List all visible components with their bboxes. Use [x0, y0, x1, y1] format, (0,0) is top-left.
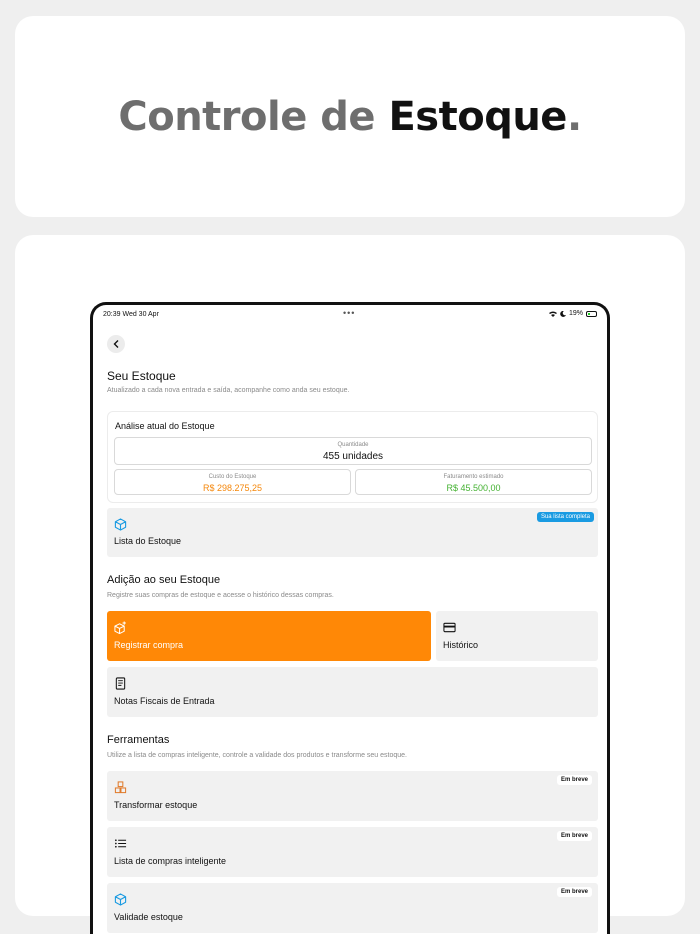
- tablet-frame: 20:39 Wed 30 Apr ••• 19% Seu Estoque Atu…: [90, 302, 610, 934]
- list-icon: [115, 839, 127, 848]
- battery-icon: [586, 310, 597, 317]
- stacked-boxes-icon: [114, 781, 127, 794]
- stock-list-label: Lista do Estoque: [114, 536, 182, 546]
- status-bar: 20:39 Wed 30 Apr ••• 19%: [93, 305, 607, 323]
- history-label: Histórico: [443, 640, 479, 650]
- tool-stock-expiry[interactable]: Em breve Validade estoque: [107, 883, 598, 933]
- invoices-button[interactable]: Notas Fiscais de Entrada: [107, 667, 598, 717]
- moon-icon: [560, 310, 566, 317]
- status-time: 20:39 Wed 30 Apr: [103, 311, 159, 318]
- tool-smart-shopping-list[interactable]: Em breve Lista de compras inteligente: [107, 827, 598, 877]
- invoices-label: Notas Fiscais de Entrada: [114, 696, 215, 706]
- hero-title-part2: Estoque: [388, 93, 567, 140]
- tool-label: Lista de compras inteligente: [114, 856, 227, 866]
- app-screen: 20:39 Wed 30 Apr ••• 19% Seu Estoque Atu…: [93, 305, 607, 934]
- wifi-icon: [548, 311, 557, 317]
- document-icon: [115, 677, 126, 690]
- addition-subtitle: Registre suas compras de estoque e acess…: [107, 592, 334, 599]
- cost-box: Custo do Estoque R$ 298.275,25: [114, 469, 351, 495]
- card-icon: [443, 622, 456, 633]
- tool-label: Transformar estoque: [114, 800, 198, 810]
- stock-list-tile[interactable]: Sua lista completa Lista do Estoque: [107, 508, 598, 557]
- hero-title-dot: .: [566, 93, 582, 140]
- quantity-box: Quantidade 455 unidades: [114, 437, 592, 465]
- coming-soon-badge: Em breve: [556, 887, 592, 897]
- stock-analysis-panel: Análise atual do Estoque Quantidade 455 …: [107, 411, 598, 503]
- multitask-dots[interactable]: •••: [343, 308, 355, 318]
- tools-subtitle: Utilize a lista de compras inteligente, …: [107, 752, 408, 759]
- register-purchase-label: Registrar compra: [114, 640, 184, 650]
- stock-title: Seu Estoque: [107, 369, 176, 383]
- stock-subtitle: Atualizado a cada nova entrada e saída, …: [107, 387, 350, 394]
- quantity-value: 455 unidades: [322, 451, 384, 462]
- hero-title-part1: Controle de: [118, 93, 389, 140]
- hero-title: Controle de Estoque.: [118, 93, 582, 140]
- tool-label: Validade estoque: [114, 912, 183, 922]
- cost-value: R$ 298.275,25: [202, 483, 263, 493]
- register-purchase-button[interactable]: Registrar compra: [107, 611, 431, 661]
- history-button[interactable]: Histórico: [436, 611, 598, 661]
- cost-label: Custo do Estoque: [208, 474, 257, 480]
- analysis-title: Análise atual do Estoque: [115, 421, 215, 431]
- revenue-box: Faturamento estimado R$ 45.500,00: [355, 469, 592, 495]
- revenue-value: R$ 45.500,00: [446, 483, 501, 493]
- tool-transform-stock[interactable]: Em breve Transformar estoque: [107, 771, 598, 821]
- chevron-left-icon: [113, 340, 119, 348]
- box-icon: [114, 518, 127, 531]
- battery-percent: 19%: [568, 310, 583, 317]
- box-add-icon: [114, 621, 126, 634]
- box-check-icon: [114, 893, 127, 906]
- full-list-badge[interactable]: Sua lista completa: [536, 512, 594, 522]
- addition-title: Adição ao seu Estoque: [107, 574, 221, 586]
- revenue-label: Faturamento estimado: [443, 474, 504, 480]
- back-button[interactable]: [107, 335, 125, 353]
- coming-soon-badge: Em breve: [556, 775, 592, 785]
- quantity-label: Quantidade: [337, 442, 369, 448]
- tools-title: Ferramentas: [107, 734, 170, 746]
- coming-soon-badge: Em breve: [556, 831, 592, 841]
- hero-banner: Controle de Estoque.: [15, 16, 685, 217]
